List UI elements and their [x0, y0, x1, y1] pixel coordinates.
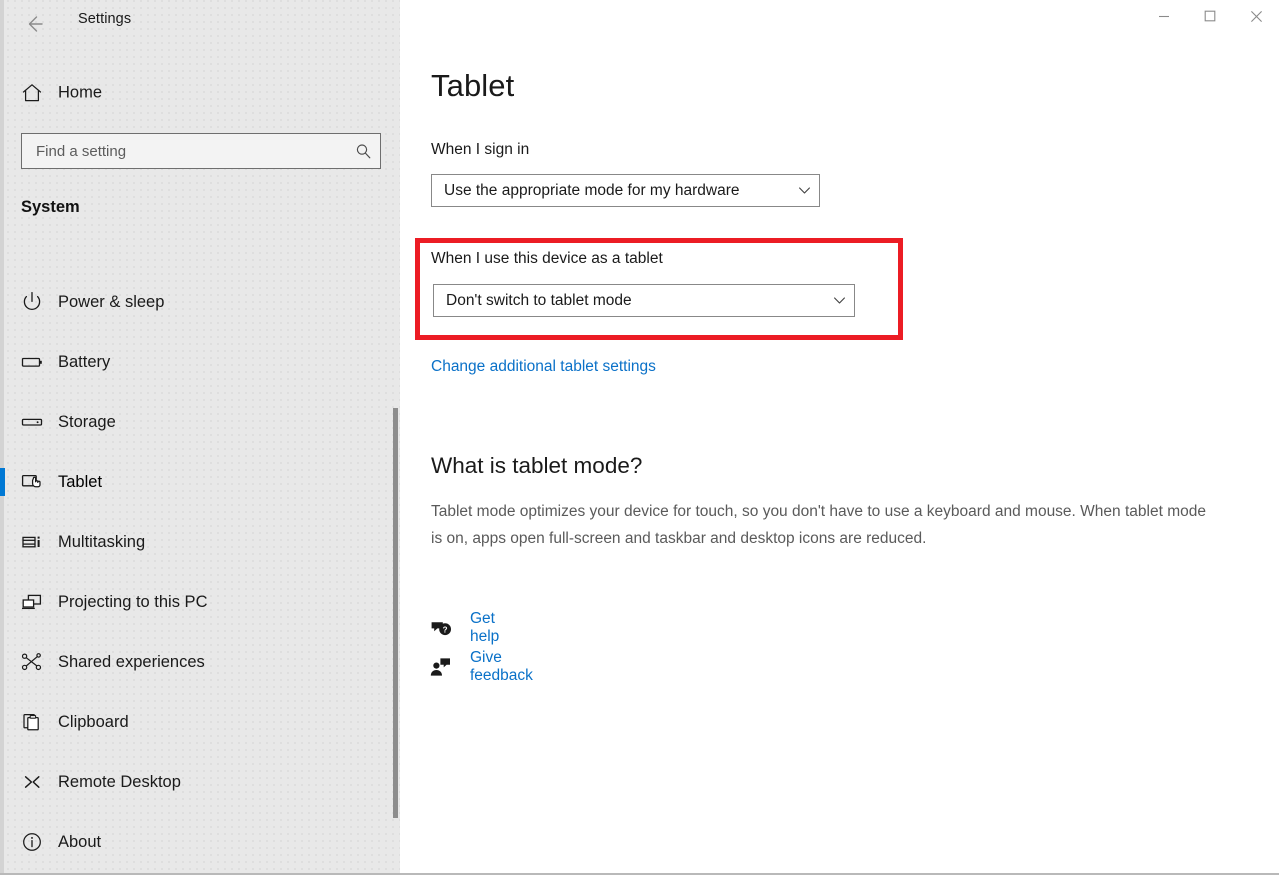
sidebar-item-home[interactable]: Home: [0, 74, 400, 112]
sidebar-item-multitasking[interactable]: Multitasking: [0, 512, 400, 572]
sidebar-item-clipboard[interactable]: Clipboard: [0, 692, 400, 752]
sidebar-item-battery[interactable]: Battery: [0, 332, 400, 392]
use-as-tablet-label: When I use this device as a tablet: [431, 250, 663, 268]
what-is-tablet-mode-body: Tablet mode optimizes your device for to…: [431, 498, 1216, 552]
change-additional-tablet-settings-link[interactable]: Change additional tablet settings: [431, 358, 656, 376]
main-content: Tablet When I sign in Use the appropriat…: [400, 0, 1279, 875]
give-feedback-label: Give feedback: [470, 649, 533, 685]
sidebar-item-power-sleep-label: Power & sleep: [58, 293, 164, 312]
clipboard-icon: [18, 708, 46, 736]
shared-icon: [18, 648, 46, 676]
window-title: Settings: [78, 11, 131, 27]
search-box[interactable]: [21, 133, 381, 169]
minimize-icon: [1158, 10, 1170, 22]
tablet-icon: [18, 468, 46, 496]
sidebar-item-storage[interactable]: Storage: [0, 392, 400, 452]
get-help-label: Get help: [470, 610, 499, 646]
selection-indicator: [0, 468, 5, 496]
multitasking-icon: [18, 528, 46, 556]
sidebar-item-multitasking-label: Multitasking: [58, 533, 145, 552]
sidebar-item-storage-label: Storage: [58, 413, 116, 432]
projecting-icon: [18, 588, 46, 616]
minimize-button[interactable]: [1141, 0, 1187, 32]
sidebar-item-home-label: Home: [58, 84, 102, 103]
sidebar-item-projecting[interactable]: Projecting to this PC: [0, 572, 400, 632]
sidebar: Settings Home System: [0, 0, 400, 875]
sidebar-item-projecting-label: Projecting to this PC: [58, 593, 207, 612]
sidebar-item-clipboard-label: Clipboard: [58, 713, 129, 732]
maximize-icon: [1204, 10, 1216, 22]
use-as-tablet-dropdown[interactable]: Don't switch to tablet mode: [433, 284, 855, 317]
back-button[interactable]: [14, 6, 54, 42]
sign-in-label: When I sign in: [431, 141, 529, 159]
power-icon: [18, 288, 46, 316]
sidebar-item-tablet[interactable]: Tablet: [0, 452, 400, 512]
sidebar-item-about-label: About: [58, 833, 101, 852]
search-icon[interactable]: [346, 134, 380, 168]
use-as-tablet-dropdown-value: Don't switch to tablet mode: [434, 292, 824, 310]
sidebar-item-shared-experiences[interactable]: Shared experiences: [0, 632, 400, 692]
sidebar-nav-list: Power & sleep Battery: [0, 272, 400, 872]
remote-desktop-icon: [18, 768, 46, 796]
home-icon: [20, 81, 44, 105]
close-icon: [1250, 10, 1263, 23]
settings-window: Settings Home System: [0, 0, 1279, 875]
sidebar-item-remote-desktop[interactable]: Remote Desktop: [0, 752, 400, 812]
sidebar-item-about[interactable]: About: [0, 812, 400, 872]
sidebar-scrollbar[interactable]: [393, 408, 398, 818]
give-feedback-icon: [428, 654, 454, 680]
sidebar-item-tablet-label: Tablet: [58, 473, 102, 492]
sidebar-item-shared-experiences-label: Shared experiences: [58, 653, 205, 672]
sidebar-item-power-sleep[interactable]: Power & sleep: [0, 272, 400, 332]
sign-in-dropdown-value: Use the appropriate mode for my hardware: [432, 182, 789, 200]
maximize-button[interactable]: [1187, 0, 1233, 32]
sign-in-dropdown[interactable]: Use the appropriate mode for my hardware: [431, 174, 820, 207]
search-input[interactable]: [22, 134, 346, 168]
page-title: Tablet: [431, 68, 514, 104]
svg-text:?: ?: [443, 625, 448, 634]
what-is-tablet-mode-heading: What is tablet mode?: [431, 453, 642, 479]
sidebar-item-remote-desktop-label: Remote Desktop: [58, 773, 181, 792]
chevron-down-icon: [789, 175, 819, 206]
battery-icon: [18, 348, 46, 376]
get-help-icon: ?: [428, 615, 454, 641]
window-controls: [1141, 0, 1279, 32]
sidebar-category-label: System: [21, 198, 80, 217]
sidebar-item-battery-label: Battery: [58, 353, 110, 372]
sidebar-titlebar: Settings: [0, 0, 400, 48]
chevron-down-icon: [824, 285, 854, 316]
storage-icon: [18, 408, 46, 436]
close-button[interactable]: [1233, 0, 1279, 32]
back-arrow-icon: [21, 11, 47, 37]
info-icon: [18, 828, 46, 856]
